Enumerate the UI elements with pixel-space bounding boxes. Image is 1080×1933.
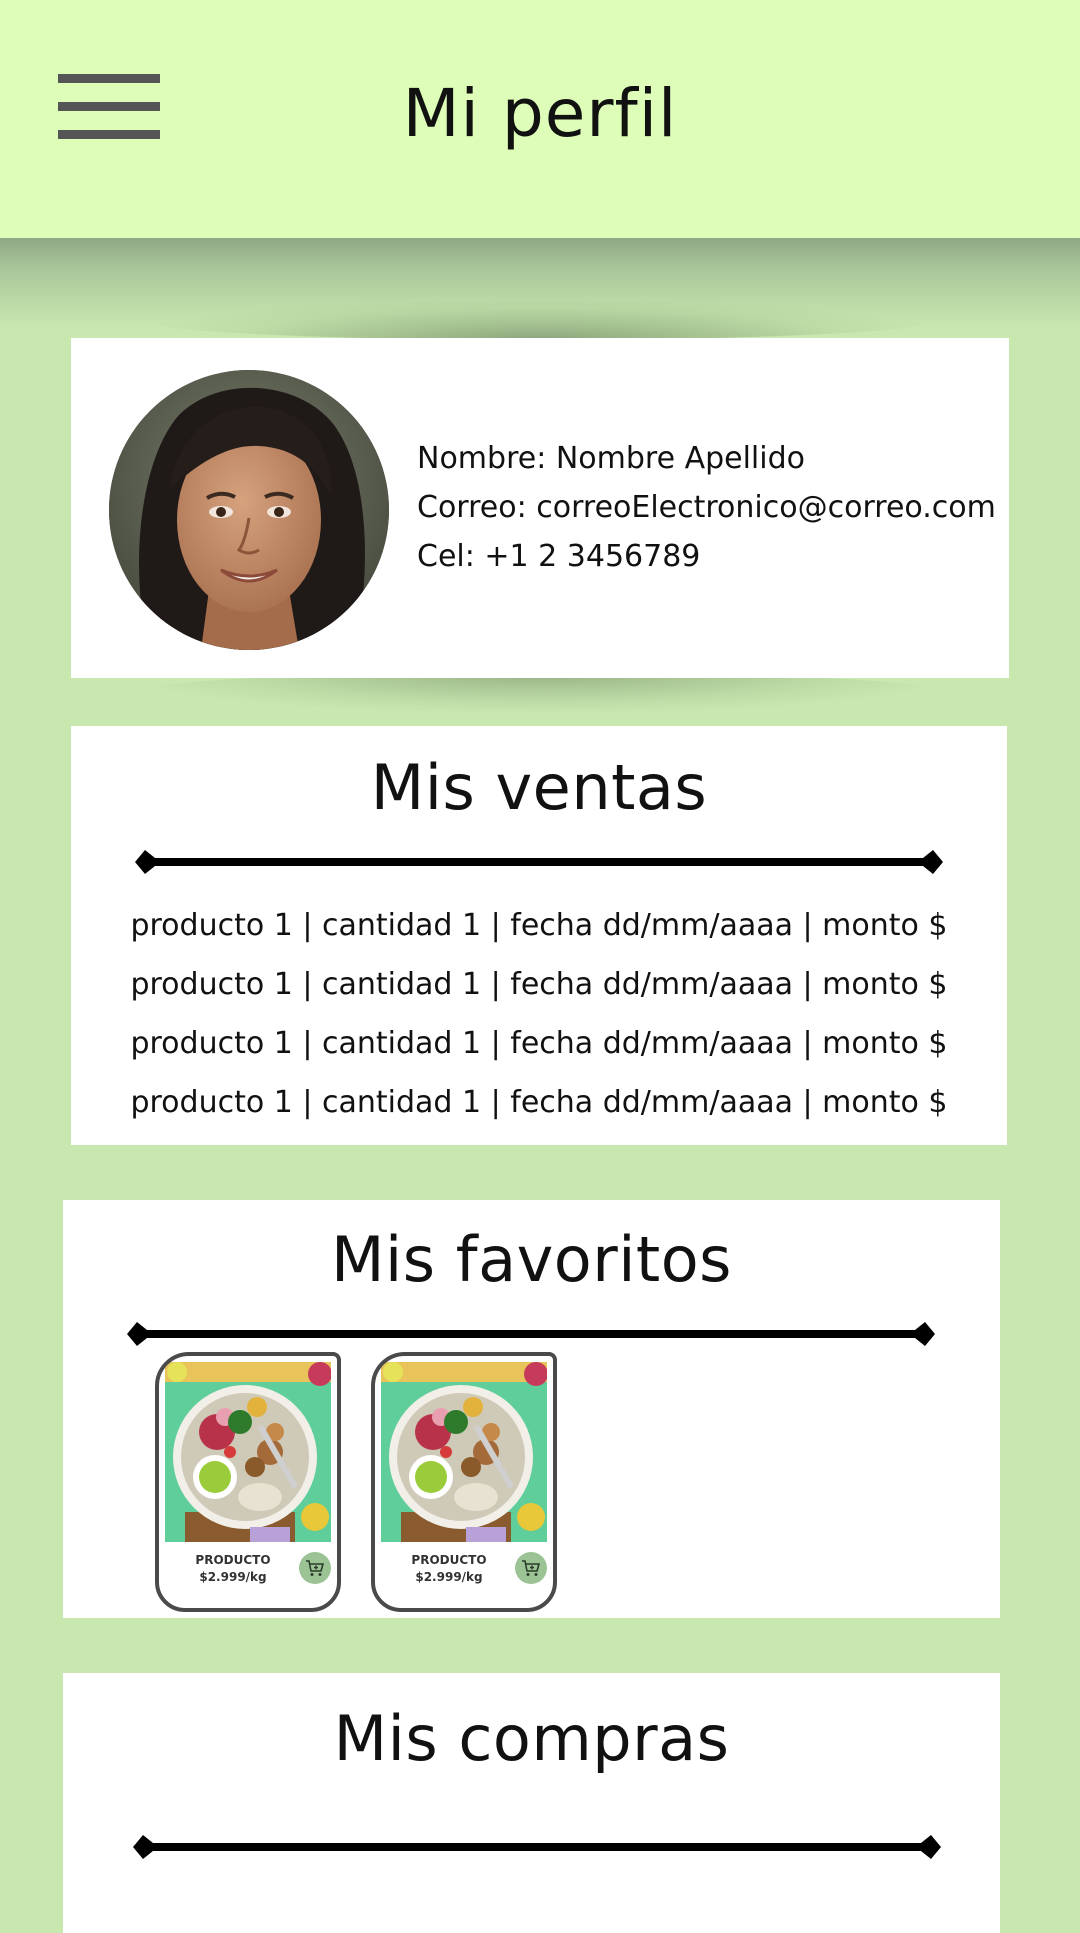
section-divider [133,1835,941,1859]
sales-row: producto 1 | cantidad 1 | fecha dd/mm/aa… [130,1085,948,1120]
section-divider [135,850,943,874]
favorites-title: Mis favoritos [331,1223,732,1296]
profile-phone: Cel: +1 2 3456789 [417,539,701,574]
sales-card: Mis ventas producto 1 | cantidad 1 | fec… [71,726,1007,1145]
profile-card: Nombre: Nombre Apellido Correo: correoEl… [71,338,1009,678]
sales-title: Mis ventas [370,751,708,824]
purchases-title: Mis compras [333,1702,730,1775]
top-app-bar: Mi perfil [0,0,1080,238]
add-to-cart-icon [306,1560,325,1576]
profile-details: Nombre: Nombre Apellido Correo: correoEl… [417,434,996,581]
sales-row: producto 1 | cantidad 1 | fecha dd/mm/aa… [130,1026,948,1061]
sales-row: producto 1 | cantidad 1 | fecha dd/mm/aa… [130,967,948,1002]
purchases-card: Mis compras [63,1673,1000,1933]
sales-row: producto 1 | cantidad 1 | fecha dd/mm/aa… [130,908,948,943]
card-shadow [140,300,940,340]
profile-name: Nombre: Nombre Apellido [417,441,805,476]
product-image [165,1362,331,1542]
card-shadow [140,672,940,712]
add-to-cart-button[interactable] [299,1552,331,1584]
favorite-product-card[interactable]: PRODUCTO $2.999/kg [155,1352,341,1612]
favorite-product-card[interactable]: PRODUCTO $2.999/kg [371,1352,557,1612]
page-title: Mi perfil [402,75,678,152]
section-divider [127,1322,935,1346]
favorites-card: Mis favoritos PRODUCTO $2.999/kg PRODUCT… [63,1200,1000,1618]
avatar [109,370,389,650]
user-avatar-icon [109,370,389,650]
add-to-cart-button[interactable] [515,1552,547,1584]
add-to-cart-icon [522,1560,541,1576]
product-image [381,1362,547,1542]
sales-list: producto 1 | cantidad 1 | fecha dd/mm/aa… [71,896,1007,1132]
profile-email: Correo: correoElectronico@correo.com [417,490,996,525]
